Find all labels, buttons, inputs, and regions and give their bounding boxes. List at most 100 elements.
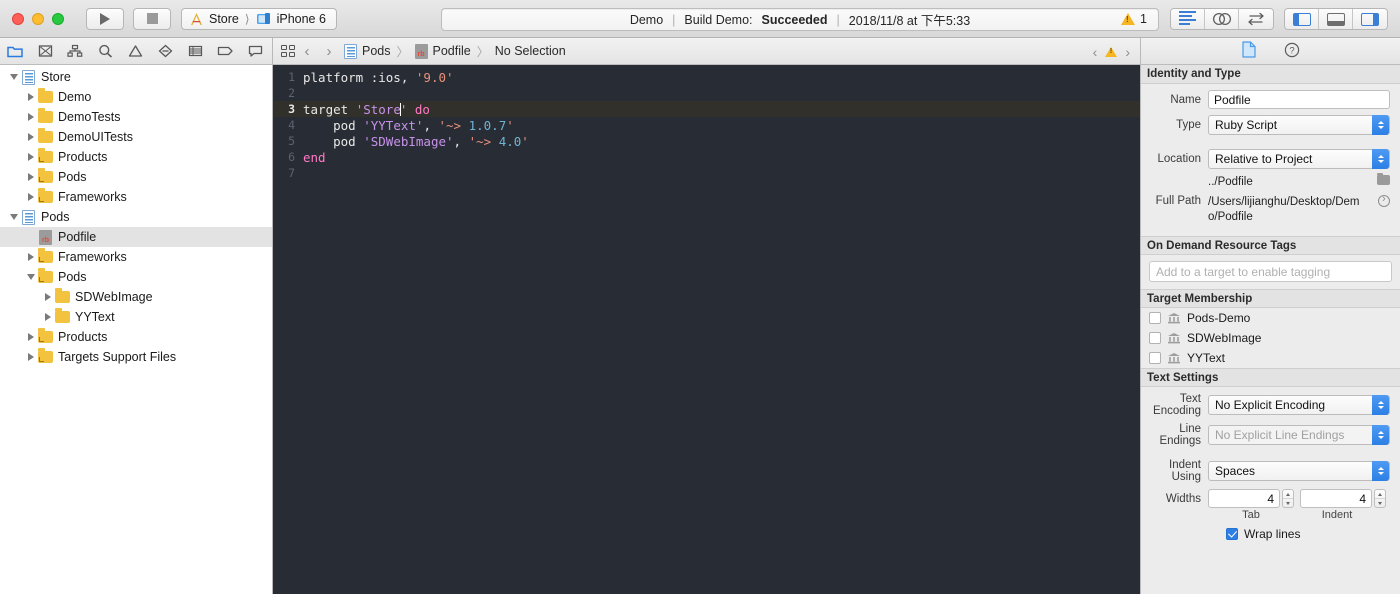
related-items-icon[interactable] xyxy=(281,44,296,58)
target-membership-row[interactable]: Pods-Demo xyxy=(1141,308,1400,328)
run-button[interactable] xyxy=(86,7,124,30)
tab-width-stepper[interactable]: 4 xyxy=(1208,489,1294,508)
disclosure-triangle-right-icon[interactable] xyxy=(25,333,37,341)
code-line[interactable]: 6 end xyxy=(273,149,1140,165)
standard-editor-button[interactable] xyxy=(1171,9,1205,29)
minimize-window-button[interactable] xyxy=(32,12,44,25)
source-control-navigator-tab[interactable] xyxy=(30,38,60,65)
type-popup[interactable]: Ruby Script xyxy=(1208,115,1390,135)
tree-row-pods[interactable]: Pods xyxy=(0,167,272,187)
debug-navigator-tab[interactable] xyxy=(180,38,210,65)
tree-row-podfile[interactable]: rb Podfile xyxy=(0,227,272,247)
project-navigator-tab[interactable] xyxy=(0,38,30,65)
tree-row-frameworks[interactable]: Frameworks xyxy=(0,247,272,267)
group-folder-icon xyxy=(37,268,54,283)
previous-issue-button[interactable]: ‹ xyxy=(1093,44,1098,60)
code-line[interactable]: 1 platform :ios, '9.0' xyxy=(273,69,1140,85)
next-issue-button[interactable]: › xyxy=(1125,44,1130,60)
go-forward-button[interactable]: › xyxy=(318,43,340,60)
version-editor-button[interactable] xyxy=(1239,9,1273,29)
tree-row-pods[interactable]: Pods xyxy=(0,267,272,287)
disclosure-triangle-right-icon[interactable] xyxy=(25,93,37,101)
symbol-navigator-tab[interactable] xyxy=(60,38,90,65)
find-navigator-tab[interactable] xyxy=(90,38,120,65)
toggle-navigator-button[interactable] xyxy=(1285,9,1319,29)
tree-row-store[interactable]: Store xyxy=(0,67,272,87)
tree-row-sdwebimage[interactable]: SDWebImage xyxy=(0,287,272,307)
inspector-panel-icon xyxy=(1361,12,1379,26)
breadcrumb-item-podfile[interactable]: rb Podfile xyxy=(414,43,471,59)
zoom-window-button[interactable] xyxy=(52,12,64,25)
tree-row-demo[interactable]: Demo xyxy=(0,87,272,107)
tree-row-demouitests[interactable]: DemoUITests xyxy=(0,127,272,147)
target-membership-row[interactable]: YYText xyxy=(1141,348,1400,368)
indent-using-popup[interactable]: Spaces xyxy=(1208,461,1390,481)
type-row: Type Ruby Script xyxy=(1145,115,1390,135)
status-warning-group[interactable]: 1 xyxy=(1121,12,1147,26)
tree-row-products[interactable]: Products xyxy=(0,147,272,167)
tree-row-products[interactable]: Products xyxy=(0,327,272,347)
disclosure-triangle-right-icon[interactable] xyxy=(25,253,37,261)
close-window-button[interactable] xyxy=(12,12,24,25)
breadcrumb-item-selection[interactable]: No Selection xyxy=(495,44,566,58)
disclosure-triangle-down-icon[interactable] xyxy=(8,214,20,220)
target-membership-checkbox[interactable] xyxy=(1149,332,1161,344)
line-endings-popup[interactable]: No Explicit Line Endings xyxy=(1208,425,1390,445)
breadcrumb-item-pods[interactable]: Pods xyxy=(344,43,391,59)
project-file-tree[interactable]: Store Demo DemoTests DemoUITests Products Pod… xyxy=(0,65,272,594)
disclosure-triangle-down-icon[interactable] xyxy=(25,274,37,280)
tree-row-yytext[interactable]: YYText xyxy=(0,307,272,327)
go-back-button[interactable]: ‹ xyxy=(296,43,318,60)
tab-width-field[interactable]: 4 xyxy=(1208,489,1280,508)
target-membership-checkbox[interactable] xyxy=(1149,352,1161,364)
wrap-lines-row[interactable]: Wrap lines xyxy=(1226,527,1390,541)
file-inspector-tab[interactable] xyxy=(1241,41,1256,61)
tree-row-demotests[interactable]: DemoTests xyxy=(0,107,272,127)
tree-row-targets-support-files[interactable]: Targets Support Files xyxy=(0,347,272,367)
target-membership-row[interactable]: SDWebImage xyxy=(1141,328,1400,348)
code-line[interactable]: 4 pod 'YYText', '~> 1.0.7' xyxy=(273,117,1140,133)
reveal-in-finder-icon[interactable] xyxy=(1378,193,1390,207)
disclosure-triangle-right-icon[interactable] xyxy=(25,113,37,121)
disclosure-triangle-right-icon[interactable] xyxy=(42,313,54,321)
indent-width-field[interactable]: 4 xyxy=(1300,489,1372,508)
tab-stepper-buttons[interactable] xyxy=(1282,489,1294,508)
assistant-editor-button[interactable] xyxy=(1205,9,1239,29)
disclosure-triangle-right-icon[interactable] xyxy=(42,293,54,301)
disclosure-triangle-right-icon[interactable] xyxy=(25,193,37,201)
simulator-icon xyxy=(256,12,272,26)
disclosure-triangle-down-icon[interactable] xyxy=(8,74,20,80)
code-line[interactable]: 7 xyxy=(273,165,1140,181)
disclosure-triangle-right-icon[interactable] xyxy=(25,353,37,361)
code-line[interactable]: 5 pod 'SDWebImage', '~> 4.0' xyxy=(273,133,1140,149)
disclosure-triangle-right-icon[interactable] xyxy=(25,173,37,181)
odr-tag-field[interactable]: Add to a target to enable tagging xyxy=(1149,261,1392,282)
code-line[interactable]: 2 xyxy=(273,85,1140,101)
full-path-value: /Users/lijianghu/Desktop/Demo/Podfile xyxy=(1208,196,1360,223)
toggle-inspector-button[interactable] xyxy=(1353,9,1387,29)
test-navigator-tab[interactable] xyxy=(150,38,180,65)
indent-stepper-buttons[interactable] xyxy=(1374,489,1386,508)
quick-help-inspector-tab[interactable]: ? xyxy=(1284,42,1300,61)
name-field[interactable]: Podfile xyxy=(1208,90,1390,109)
issue-navigator-tab[interactable] xyxy=(120,38,150,65)
toggle-debug-area-button[interactable] xyxy=(1319,9,1353,29)
breakpoint-navigator-tab[interactable] xyxy=(210,38,240,65)
stop-button[interactable] xyxy=(133,7,171,30)
location-popup[interactable]: Relative to Project xyxy=(1208,149,1390,169)
indent-width-stepper[interactable]: 4 xyxy=(1300,489,1386,508)
disclosure-triangle-right-icon[interactable] xyxy=(25,153,37,161)
breadcrumb-label-2: Podfile xyxy=(432,44,471,58)
wrap-lines-checkbox[interactable] xyxy=(1226,528,1238,540)
tree-row-pods[interactable]: Pods xyxy=(0,207,272,227)
code-line[interactable]: 3 target 'Store' do xyxy=(273,101,1140,117)
choose-folder-icon[interactable] xyxy=(1377,172,1390,185)
source-code-editor[interactable]: 1 platform :ios, '9.0' 2 3 target 'Store' do… xyxy=(273,65,1140,594)
target-membership-checkbox[interactable] xyxy=(1149,312,1161,324)
report-navigator-tab[interactable] xyxy=(240,38,270,65)
warning-triangle-icon[interactable] xyxy=(1105,46,1118,57)
disclosure-triangle-right-icon[interactable] xyxy=(25,133,37,141)
encoding-popup[interactable]: No Explicit Encoding xyxy=(1208,395,1390,415)
tree-row-frameworks[interactable]: Frameworks xyxy=(0,187,272,207)
scheme-selector[interactable]: Store ⟩ iPhone 6 xyxy=(181,7,337,30)
